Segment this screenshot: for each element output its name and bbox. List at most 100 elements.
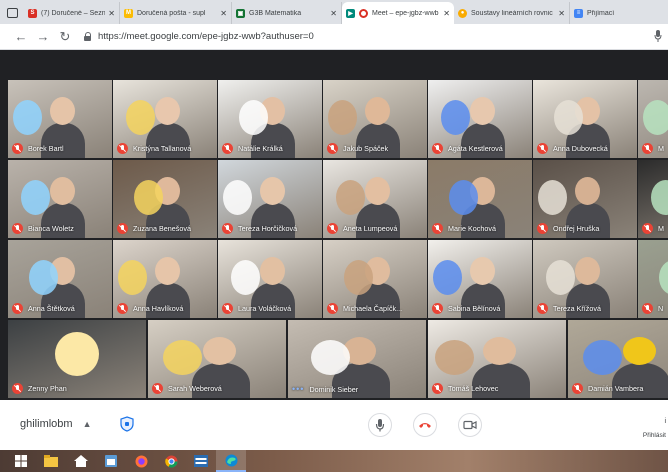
participant-label: Michaela Čapíčk... [327, 303, 402, 314]
mic-off-icon [222, 303, 233, 314]
browser-tab[interactable]: ▣ G3B Matematika ✕ [232, 2, 342, 24]
participant-label: Natálie Králká [222, 143, 283, 154]
meeting-details-button[interactable]: ghilimlobm ▲ [20, 418, 92, 430]
meet-favicon-icon: ▶ [346, 8, 355, 18]
firefox-icon[interactable] [126, 450, 156, 472]
participant-name: Sabina Bělínová [448, 304, 501, 313]
participant-name: Dominik Sieber [309, 384, 359, 394]
page-favicon-icon: ● [458, 8, 467, 18]
participant-tile[interactable]: Tereza Křížová [533, 240, 637, 318]
browser-tab[interactable]: ≡ Přijímací [570, 2, 668, 24]
mic-off-icon [642, 223, 653, 234]
participant-face [259, 177, 285, 206]
participant-tile[interactable]: M [638, 160, 668, 238]
participant-tile[interactable]: Anna Štětková [8, 240, 112, 318]
participant-tile[interactable]: Agáta Kestlerová [428, 80, 532, 158]
participant-tile[interactable]: Zenny Phan [8, 320, 146, 398]
microphone-button[interactable] [368, 413, 392, 437]
home-icon[interactable] [66, 450, 96, 472]
windows-start-icon[interactable] [6, 450, 36, 472]
participant-name: M [658, 224, 664, 233]
participant-tile[interactable]: N [638, 240, 668, 318]
participant-label: Marie Kochová [432, 223, 496, 234]
app-window-icon[interactable] [186, 450, 216, 472]
participant-face [364, 177, 390, 206]
tab-title: G3B Matematika [249, 9, 302, 17]
classroom-favicon-icon: ▣ [236, 8, 245, 18]
participant-tile[interactable]: Borek Bartl [8, 80, 112, 158]
browser-tab[interactable]: S (7) Doručené – Seznam ✕ [24, 2, 120, 24]
participant-tile[interactable]: Ondřej Hruška [533, 160, 637, 238]
address-bar[interactable]: https://meet.google.com/epe-jgbz-wwb?aut… [84, 31, 314, 42]
participant-tile[interactable]: Laura Voláčková [218, 240, 322, 318]
participant-tile[interactable]: Kristýna Tallanová [113, 80, 217, 158]
participant-tile[interactable]: Natálie Králká [218, 80, 322, 158]
participant-label: Tereza Horčičková [222, 223, 297, 234]
participant-tile[interactable]: M [638, 80, 668, 158]
participant-tile[interactable]: Aneta Lumpeová [323, 160, 427, 238]
mic-off-icon [12, 223, 23, 234]
participant-name: M [658, 144, 664, 153]
participant-tile[interactable]: Anna Havlíková [113, 240, 217, 318]
close-tab-icon[interactable]: ✕ [108, 9, 115, 18]
close-tab-icon[interactable]: ✕ [220, 9, 227, 18]
sign-in-hint[interactable]: Přihlásit [643, 432, 666, 439]
browser-tab-active[interactable]: ▶ Meet – epe-jgbz-wwb ✕ [342, 2, 454, 24]
participant-label: Borek Bartl [12, 143, 64, 154]
participant-tile[interactable]: Tereza Horčičková [218, 160, 322, 238]
participant-label: Laura Voláčková [222, 303, 291, 314]
forward-arrow-icon[interactable]: → [32, 26, 54, 48]
recording-indicator-icon [359, 8, 368, 18]
reload-icon[interactable]: ↻ [54, 26, 76, 48]
participant-tile[interactable]: Tomáš Lehovec [428, 320, 566, 398]
participant-tile[interactable]: Anna Dubovecká [533, 80, 637, 158]
participant-name: Jakub Spáček [343, 144, 389, 153]
edge-browser-icon[interactable] [216, 450, 246, 472]
participant-name: Damián Vambera [588, 384, 644, 393]
file-explorer-icon[interactable] [36, 450, 66, 472]
hang-up-icon [419, 423, 431, 428]
plush-toy [126, 99, 156, 135]
mic-off-icon [12, 383, 23, 394]
calendar-app-icon[interactable] [96, 450, 126, 472]
microphone-permission-icon[interactable] [654, 30, 662, 45]
close-tab-icon[interactable]: ✕ [330, 9, 337, 18]
plush-toy [162, 339, 202, 375]
mic-off-icon [222, 143, 233, 154]
participant-tile[interactable]: Bianca Woletz [8, 160, 112, 238]
camera-button[interactable] [458, 413, 482, 437]
participant-tile[interactable]: Michaela Čapíčk... [323, 240, 427, 318]
browser-tab[interactable]: M Doručená pošta - supl ✕ [120, 2, 232, 24]
participant-tile[interactable]: ••• Dominik Sieber [288, 320, 426, 398]
hang-up-button[interactable] [413, 413, 437, 437]
participant-tile[interactable]: Sabina Bělínová [428, 240, 532, 318]
participant-tile[interactable]: Zuzana Benešová [113, 160, 217, 238]
forms-favicon-icon: ≡ [574, 8, 583, 18]
participant-name: Laura Voláčková [238, 304, 292, 313]
back-arrow-icon[interactable]: ← [10, 26, 32, 48]
participant-name: Ondřej Hruška [553, 224, 600, 233]
plush-toy [239, 99, 269, 135]
participant-face [364, 97, 390, 126]
shield-icon[interactable] [120, 416, 134, 432]
tab-title: Meet – epe-jgbz-wwb [372, 9, 439, 17]
browser-toolbar: ← → ↻ https://meet.google.com/epe-jgbz-w… [0, 24, 668, 50]
participant-tile[interactable]: Marie Kochová [428, 160, 532, 238]
chrome-icon[interactable] [156, 450, 186, 472]
tab-search-button[interactable] [0, 2, 24, 24]
close-tab-icon[interactable]: ✕ [558, 9, 565, 18]
mic-off-icon [537, 303, 548, 314]
browser-tab[interactable]: ● Soustavy lineárních rovnic ✕ [454, 2, 570, 24]
chevron-up-icon: ▲ [82, 419, 92, 429]
participant-name: Tereza Křížová [553, 304, 601, 313]
participant-tile[interactable]: Damián Vambera [568, 320, 668, 398]
participant-name: Anna Štětková [28, 304, 75, 313]
avatar [55, 332, 99, 376]
participant-face [259, 257, 285, 286]
close-tab-icon[interactable]: ✕ [443, 9, 450, 18]
participant-face [469, 257, 495, 286]
participant-tile[interactable]: Sarah Weberová [148, 320, 286, 398]
participant-label: Jakub Spáček [327, 143, 388, 154]
tab-title: (7) Doručené – Seznam [41, 9, 106, 17]
participant-tile[interactable]: Jakub Spáček [323, 80, 427, 158]
